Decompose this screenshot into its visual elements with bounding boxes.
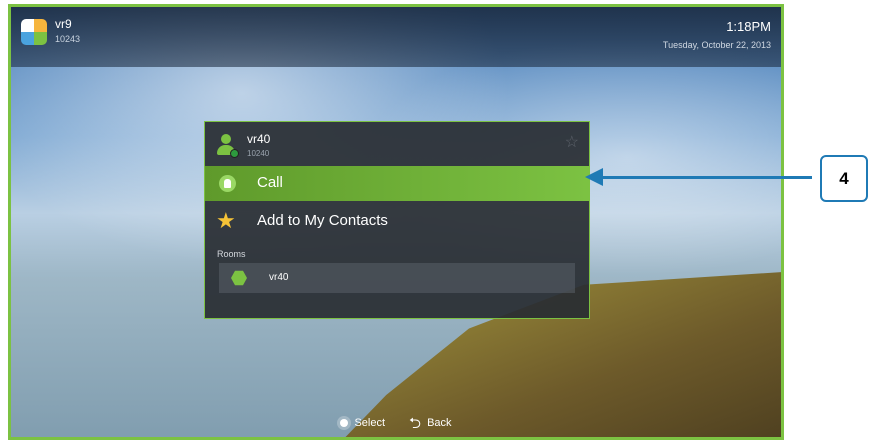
button-hints-bar: Select ⮌ Back <box>11 413 781 433</box>
device-screen: vr9 10243 1:18PM Tuesday, October 22, 20… <box>8 4 784 440</box>
call-action-label: Call <box>257 174 283 191</box>
back-hint: ⮌ Back <box>409 416 451 431</box>
user-name: vr9 <box>55 17 72 31</box>
callout-number-badge: 4 <box>820 155 868 202</box>
rooms-section-header: Rooms <box>217 249 246 259</box>
call-icon <box>219 175 236 192</box>
star-icon: ★ <box>216 208 236 233</box>
contact-avatar-icon <box>217 134 239 158</box>
callout-line <box>600 176 812 179</box>
room-label: vr40 <box>269 272 289 283</box>
select-hint: Select <box>340 417 385 429</box>
favorite-star-icon[interactable]: ☆ <box>565 132 579 152</box>
clock-date: Tuesday, October 22, 2013 <box>662 40 771 50</box>
add-to-contacts-label: Add to My Contacts <box>257 212 388 229</box>
room-list-item[interactable]: vr40 <box>219 263 575 293</box>
contact-actions-popup: vr40 10240 ☆ Call ★ Add to My Contacts R… <box>204 121 590 319</box>
top-status-bar: vr9 10243 1:18PM Tuesday, October 22, 20… <box>11 7 781 67</box>
app-logo-icon <box>21 19 47 45</box>
select-hint-label: Select <box>354 417 386 429</box>
clock-time: 1:18PM <box>726 19 771 34</box>
add-to-contacts-action-item[interactable]: ★ Add to My Contacts <box>205 204 589 239</box>
contact-extension: 10240 <box>247 149 270 158</box>
back-arrow-icon: ⮌ <box>409 414 422 432</box>
contact-name: vr40 <box>247 132 271 146</box>
room-hexagon-icon <box>231 270 247 286</box>
call-action-item[interactable]: Call <box>205 166 589 201</box>
select-button-icon <box>340 419 349 427</box>
back-hint-label: Back <box>427 417 452 429</box>
callout-arrow-icon <box>585 168 603 186</box>
user-extension: 10243 <box>55 34 81 44</box>
